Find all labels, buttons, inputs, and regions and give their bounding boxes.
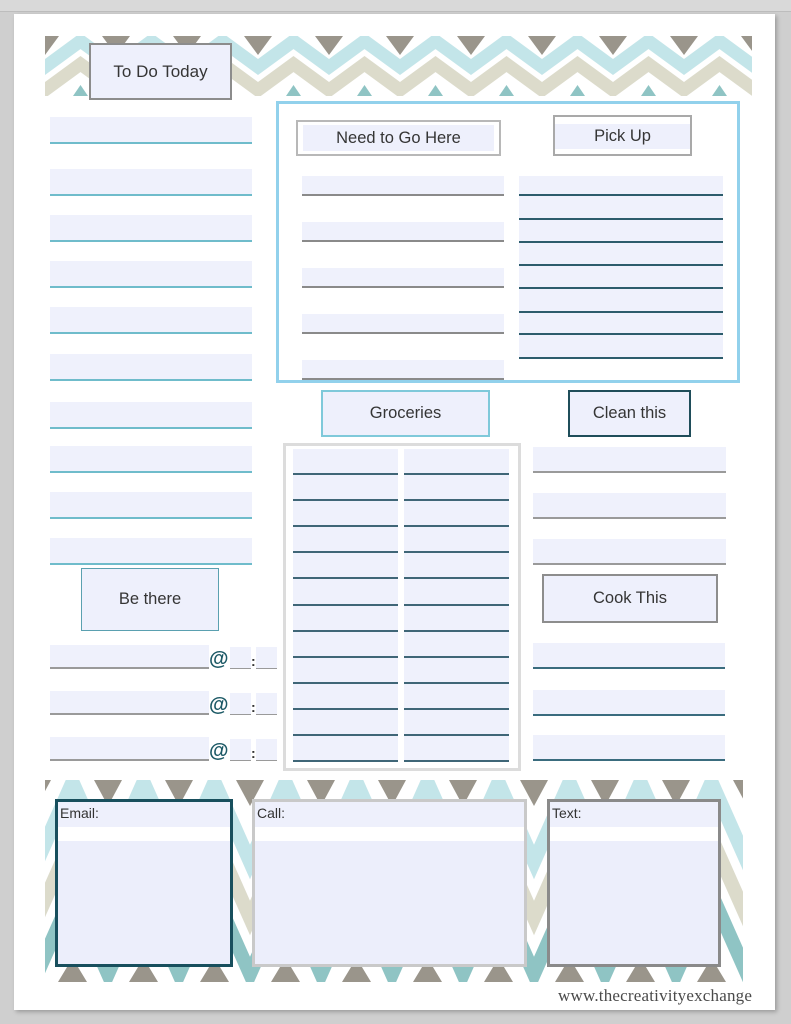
to-do-item-field[interactable]	[50, 307, 252, 334]
to-do-item-field[interactable]	[50, 215, 252, 242]
grocery-item-field[interactable]	[293, 584, 398, 606]
grocery-item-field[interactable]	[404, 714, 509, 736]
grocery-item-field[interactable]	[404, 505, 509, 527]
website-watermark: www.thecreativityexchange	[558, 986, 753, 1005]
call-divider	[255, 827, 524, 841]
to-do-item-field[interactable]	[50, 492, 252, 519]
pick-up-item-field[interactable]	[519, 244, 723, 266]
email-divider	[58, 827, 230, 841]
text-divider	[550, 827, 718, 841]
email-card[interactable]: Email:	[55, 799, 233, 967]
grocery-item-field[interactable]	[404, 636, 509, 658]
to-do-today-label: To Do Today	[113, 61, 208, 81]
grocery-item-field[interactable]	[404, 688, 509, 710]
time-colon: :	[251, 699, 256, 715]
grocery-item-field[interactable]	[293, 662, 398, 684]
be-there-event-field[interactable]	[50, 645, 209, 669]
at-symbol: @	[209, 694, 229, 716]
to-do-item-field[interactable]	[50, 446, 252, 473]
pick-up-item-field[interactable]	[519, 267, 723, 289]
groceries-label: Groceries	[369, 404, 442, 422]
to-do-item-field[interactable]	[50, 354, 252, 381]
grocery-item-field[interactable]	[404, 662, 509, 684]
grocery-item-field[interactable]	[293, 453, 398, 475]
be-there-heading: Be there	[81, 568, 219, 631]
pick-up-item-field[interactable]	[519, 337, 723, 359]
email-label: Email:	[58, 802, 230, 827]
be-there-minute-field[interactable]	[256, 739, 277, 761]
pick-up-item-field[interactable]	[519, 313, 723, 335]
grocery-item-field[interactable]	[404, 531, 509, 553]
cook-this-label: Cook This	[593, 589, 667, 607]
grocery-item-field[interactable]	[404, 584, 509, 606]
grocery-item-field[interactable]	[293, 740, 398, 762]
at-symbol: @	[209, 648, 229, 670]
pick-up-label: Pick Up	[594, 127, 651, 145]
grocery-item-field[interactable]	[293, 688, 398, 710]
grocery-item-field[interactable]	[404, 610, 509, 632]
be-there-event-field[interactable]	[50, 737, 209, 761]
to-do-item-field[interactable]	[50, 402, 252, 429]
pick-up-item-field[interactable]	[519, 221, 723, 243]
cook-this-item-field[interactable]	[533, 643, 725, 669]
grocery-item-field[interactable]	[293, 557, 398, 579]
text-card[interactable]: Text:	[547, 799, 721, 967]
text-notes-area[interactable]	[550, 841, 718, 964]
browser-toolbar-strip	[0, 0, 791, 12]
grocery-item-field[interactable]	[293, 714, 398, 736]
be-there-event-field[interactable]	[50, 691, 209, 715]
pick-up-item-field[interactable]	[519, 174, 723, 196]
be-there-minute-field[interactable]	[256, 693, 277, 715]
need-to-go-item-field[interactable]	[302, 176, 504, 196]
pick-up-heading: Pick Up	[553, 115, 692, 156]
groceries-heading: Groceries	[321, 390, 490, 437]
be-there-hour-field[interactable]	[230, 739, 251, 761]
be-there-hour-field[interactable]	[230, 693, 251, 715]
be-there-minute-field[interactable]	[256, 647, 277, 669]
clean-this-label: Clean this	[592, 404, 667, 422]
clean-this-heading: Clean this	[568, 390, 691, 437]
text-label: Text:	[550, 802, 718, 827]
grocery-item-field[interactable]	[404, 479, 509, 501]
call-card[interactable]: Call:	[252, 799, 527, 967]
clean-this-item-field[interactable]	[533, 539, 726, 565]
be-there-label: Be there	[118, 590, 182, 608]
need-to-go-item-field[interactable]	[302, 222, 504, 242]
grocery-item-field[interactable]	[293, 531, 398, 553]
to-do-item-field[interactable]	[50, 538, 252, 565]
need-to-go-item-field[interactable]	[302, 360, 504, 380]
grocery-item-field[interactable]	[404, 557, 509, 579]
email-notes-area[interactable]	[58, 841, 230, 964]
cook-this-item-field[interactable]	[533, 735, 725, 761]
pick-up-item-field[interactable]	[519, 291, 723, 313]
time-colon: :	[251, 745, 256, 761]
to-do-item-field[interactable]	[50, 261, 252, 288]
grocery-item-field[interactable]	[293, 636, 398, 658]
pick-up-item-field[interactable]	[519, 198, 723, 220]
need-to-go-item-field[interactable]	[302, 314, 504, 334]
grocery-item-field[interactable]	[293, 479, 398, 501]
to-do-today-heading: To Do Today	[89, 43, 232, 100]
call-label: Call:	[255, 802, 524, 827]
grocery-item-field[interactable]	[404, 453, 509, 475]
at-symbol: @	[209, 740, 229, 762]
grocery-item-field[interactable]	[293, 505, 398, 527]
need-to-go-item-field[interactable]	[302, 268, 504, 288]
grocery-item-field[interactable]	[404, 740, 509, 762]
clean-this-item-field[interactable]	[533, 447, 726, 473]
to-do-item-field[interactable]	[50, 117, 252, 144]
to-do-item-field[interactable]	[50, 169, 252, 196]
grocery-item-field[interactable]	[293, 610, 398, 632]
be-there-hour-field[interactable]	[230, 647, 251, 669]
clean-this-item-field[interactable]	[533, 493, 726, 519]
need-to-go-label: Need to Go Here	[336, 128, 461, 147]
cook-this-heading: Cook This	[542, 574, 718, 623]
call-notes-area[interactable]	[255, 841, 524, 964]
time-colon: :	[251, 653, 256, 669]
need-to-go-heading: Need to Go Here	[296, 120, 501, 156]
cook-this-item-field[interactable]	[533, 690, 725, 716]
